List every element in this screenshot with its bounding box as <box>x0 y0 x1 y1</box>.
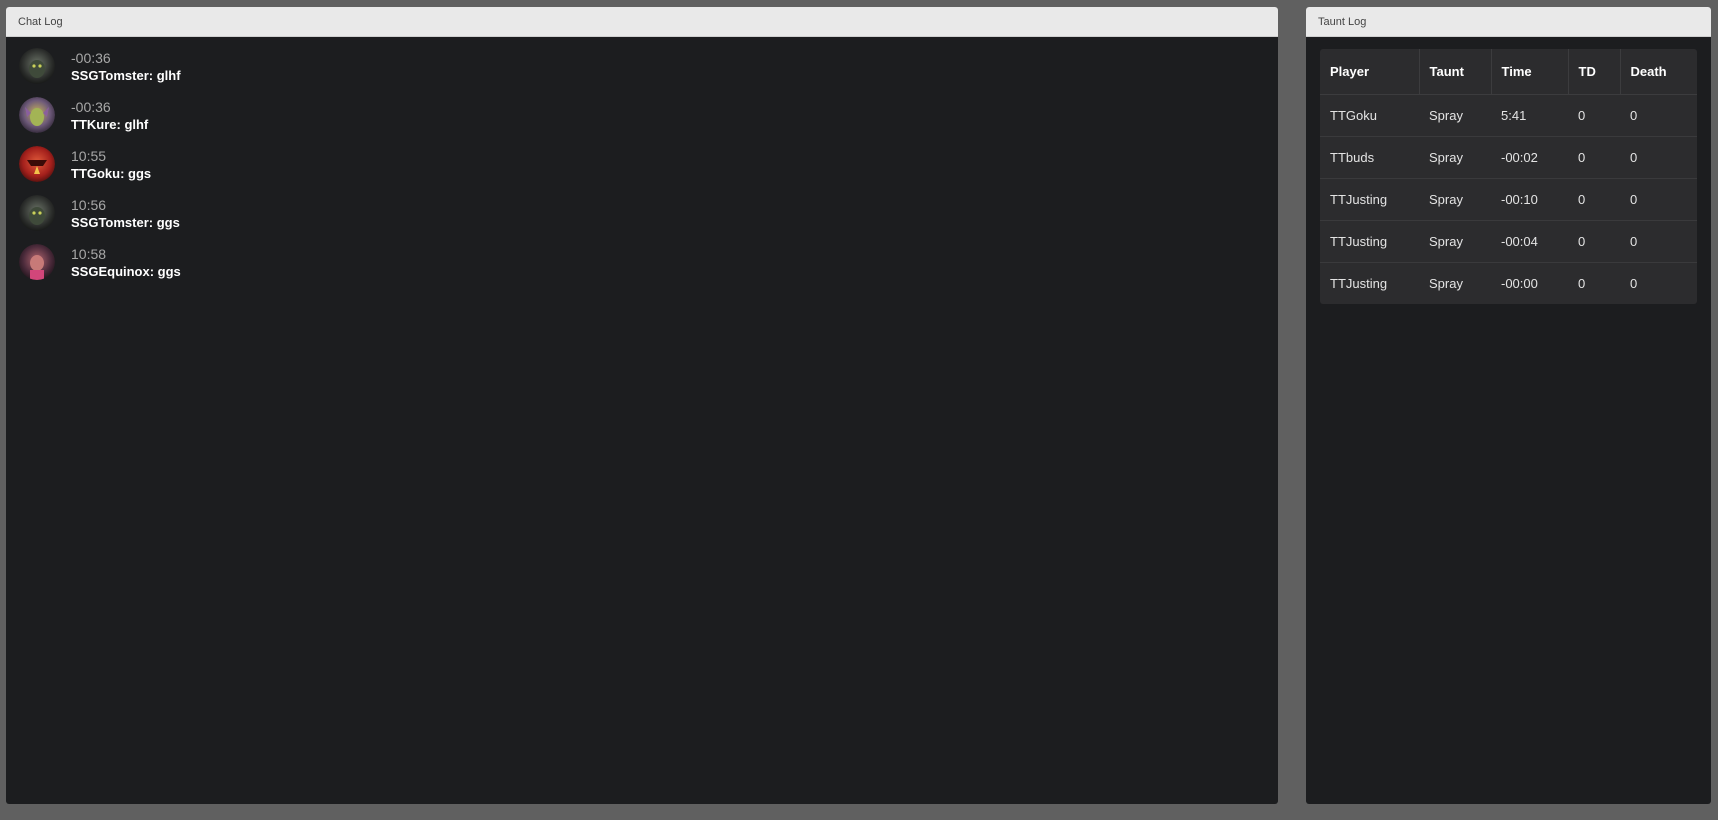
cell-death: 0 <box>1620 178 1697 221</box>
cell-taunt: Spray <box>1419 178 1491 221</box>
cell-taunt: Spray <box>1419 220 1491 263</box>
taunt-log-title: Taunt Log <box>1306 7 1711 37</box>
chat-message-time: 10:58 <box>71 246 107 262</box>
chat-message-time: -00:36 <box>71 50 111 66</box>
hero-portrait-dark-icon <box>19 195 55 231</box>
column-header-player[interactable]: Player <box>1320 49 1420 95</box>
taunt-table: Player Taunt Time TD Death TTGoku Spray … <box>1320 49 1697 304</box>
cell-time: -00:00 <box>1501 275 1538 291</box>
cell-player: TTJusting <box>1330 275 1388 291</box>
chat-message-time: 10:56 <box>71 197 107 213</box>
cell-time: -00:02 <box>1491 136 1568 179</box>
cell-player: TTGoku <box>1320 94 1419 137</box>
cell-death: 0 <box>1620 220 1697 263</box>
table-row: TTGoku Spray 5:41 0 0 <box>1320 94 1697 137</box>
cell-player: TTJusting <box>1320 220 1419 263</box>
cell-player: TTJusting <box>1320 178 1419 221</box>
column-header-taunt[interactable]: Taunt <box>1419 49 1492 95</box>
column-header-death[interactable]: Death <box>1620 49 1697 95</box>
taunt-table-container: Player Taunt Time TD Death TTGoku Spray … <box>1320 49 1697 304</box>
cell-death: 0 <box>1620 136 1697 179</box>
chat-message-time: -00:36 <box>71 99 111 115</box>
cell-taunt: Spray <box>1419 136 1491 179</box>
cell-td: 0 <box>1568 94 1620 137</box>
table-row: TTJusting Spray -00:00 0 0 <box>1320 262 1697 304</box>
cell-death: 0 <box>1630 275 1638 291</box>
taunt-log-panel: Taunt Log Player Taunt Time TD Death TTG… <box>1306 7 1711 804</box>
chat-message: 10:58 SSGEquinox: ggs <box>6 241 1278 290</box>
table-row: TTbuds Spray -00:02 0 0 <box>1320 136 1697 179</box>
taunt-table-header-row: Player Taunt Time TD Death <box>1320 49 1697 95</box>
column-header-td[interactable]: TD <box>1568 49 1621 95</box>
table-row: TTJusting Spray -00:10 0 0 <box>1320 178 1697 221</box>
hero-portrait-red-icon <box>19 146 55 182</box>
chat-message: -00:36 SSGTomster: glhf <box>6 45 1278 94</box>
hero-portrait-green-icon <box>19 97 55 133</box>
chat-message-text: SSGTomster: ggs <box>71 215 180 230</box>
cell-death: 0 <box>1620 94 1697 137</box>
chat-message-text: TTGoku: ggs <box>71 166 152 181</box>
cell-td: 0 <box>1568 178 1620 221</box>
chat-message: 10:55 TTGoku: ggs <box>6 143 1278 192</box>
cell-td: 0 <box>1578 275 1586 291</box>
chat-message: -00:36 TTKure: glhf <box>6 94 1278 143</box>
cell-taunt: Spray <box>1419 94 1491 137</box>
chat-message-text: SSGEquinox: ggs <box>71 264 181 279</box>
cell-td: 0 <box>1568 220 1620 263</box>
chat-log-title: Chat Log <box>6 7 1278 37</box>
cell-time: 5:41 <box>1491 94 1568 137</box>
cell-time: -00:10 <box>1491 178 1568 221</box>
cell-time: -00:04 <box>1491 220 1568 263</box>
column-header-time[interactable]: Time <box>1491 49 1569 95</box>
table-row: TTJusting Spray -00:04 0 0 <box>1320 220 1697 263</box>
chat-log-panel: Chat Log -00:36 SSGTomster: glhf -00:36 … <box>6 7 1278 804</box>
chat-message-list[interactable]: -00:36 SSGTomster: glhf -00:36 TTKure: g… <box>6 37 1278 290</box>
cell-taunt: Spray <box>1429 275 1463 291</box>
chat-message-text: SSGTomster: glhf <box>71 68 181 83</box>
cell-player: TTbuds <box>1320 136 1419 179</box>
hero-portrait-pink-icon <box>19 244 55 280</box>
chat-message-text: TTKure: glhf <box>71 117 149 132</box>
cell-td: 0 <box>1568 136 1620 179</box>
hero-portrait-dark-icon <box>19 48 55 84</box>
chat-message: 10:56 SSGTomster: ggs <box>6 192 1278 241</box>
chat-message-time: 10:55 <box>71 148 107 164</box>
